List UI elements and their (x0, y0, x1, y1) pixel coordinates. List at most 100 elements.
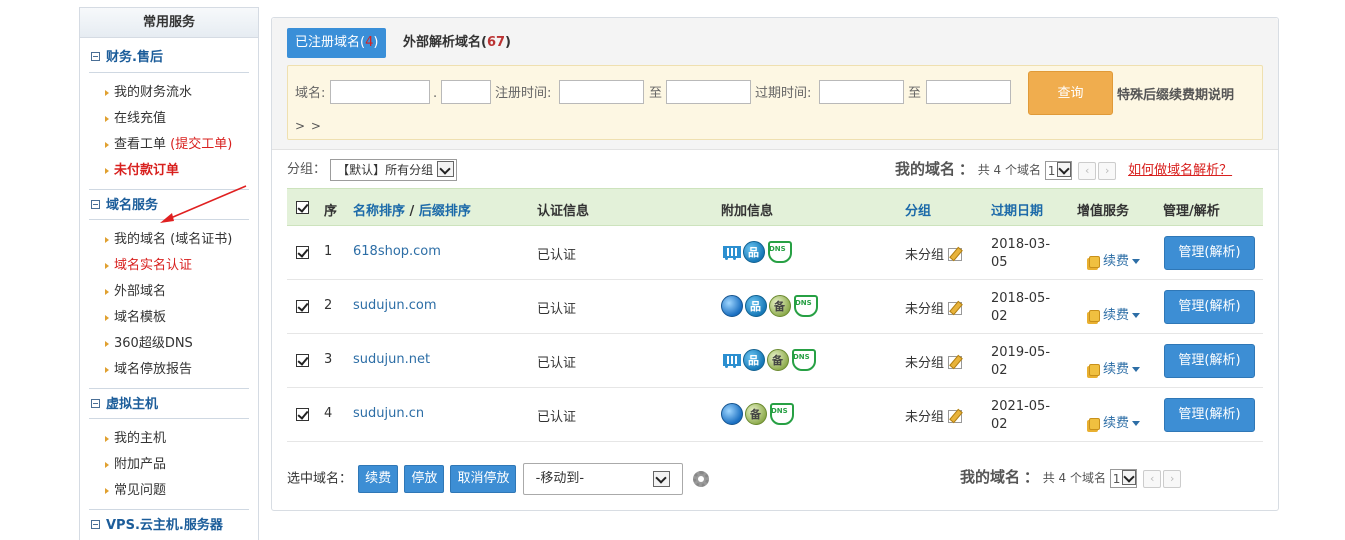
dns-icon[interactable] (769, 403, 794, 425)
collapse-icon[interactable] (91, 520, 100, 529)
name-sort-link[interactable]: 名称排序 (353, 204, 405, 219)
domain-summary-bottom: 我的域名 ： 共 4 个域名 1 ‹ › (960, 465, 1182, 489)
table-row: 1 618shop.com 已认证 未分组 2018-03-05 续费 管理(解… (287, 226, 1263, 280)
row-checkbox[interactable] (296, 246, 309, 259)
renew-dropdown[interactable]: 续费 (1087, 304, 1141, 323)
extra-info-icons (721, 403, 794, 425)
cart-icon[interactable] (721, 241, 741, 263)
expiry-date: 2021-05- 02 (991, 399, 1051, 432)
beian-icon[interactable] (767, 349, 789, 371)
next-page-button[interactable]: › (1163, 469, 1182, 488)
manage-resolve-button[interactable]: 管理(解析) (1164, 344, 1255, 378)
exp-time-end-input[interactable] (926, 80, 1011, 104)
edit-group-icon[interactable] (948, 356, 963, 369)
submit-ticket-link[interactable]: (提交工单) (170, 137, 232, 152)
network-icon[interactable] (743, 241, 765, 263)
edit-group-icon[interactable] (948, 302, 963, 315)
extra-info-icons (721, 349, 816, 371)
sidebar-item-my-hosts[interactable]: 我的主机 (89, 426, 249, 452)
sidebar-item-my-domains[interactable]: 我的域名 (域名证书) (89, 227, 249, 253)
how-to-resolve-link[interactable]: 如何做域名解析？ (1128, 163, 1232, 178)
tab-external-domains[interactable]: 外部解析域名(67) (403, 28, 511, 58)
sidebar-item-external-domains[interactable]: 外部域名 (89, 279, 249, 305)
prev-page-button[interactable]: ‹ (1078, 161, 1097, 180)
coin-icon (1087, 308, 1101, 322)
col-seq: 序 (324, 204, 338, 219)
reg-time-start-input[interactable] (559, 80, 644, 104)
beian-icon[interactable] (745, 403, 767, 425)
sidebar-item-parking-report[interactable]: 域名停放报告 (89, 357, 249, 383)
select-all-checkbox[interactable] (296, 201, 309, 214)
dns-icon[interactable] (793, 295, 818, 317)
sidebar-item-addons[interactable]: 附加产品 (89, 452, 249, 478)
sidebar-group-title[interactable]: 财务.售后 (89, 42, 249, 73)
query-button[interactable]: 查询 (1028, 71, 1113, 115)
suffix-sort-link[interactable]: 后缀排序 (419, 204, 471, 219)
tab-registered-domains[interactable]: 已注册域名(4) (287, 28, 387, 58)
row-checkbox[interactable] (296, 408, 309, 421)
row-checkbox[interactable] (296, 300, 309, 313)
dns-icon[interactable] (767, 241, 792, 263)
group-select[interactable]: 【默认】所有分组 (330, 158, 458, 181)
bulk-unpark-button[interactable]: 取消停放 (450, 465, 517, 493)
domain-link[interactable]: 618shop.com (353, 244, 441, 259)
exp-time-label: 过期时间: (755, 86, 812, 101)
cart-icon[interactable] (721, 349, 741, 371)
search-form: 域名: . 注册时间: 至 过期时间: 至 查询 特殊后缀续费期说明 > > (287, 65, 1263, 140)
expiry-date: 2018-03- 05 (991, 237, 1051, 270)
domain-link[interactable]: sudujun.net (353, 352, 430, 367)
bulk-renew-button[interactable]: 续费 (358, 465, 399, 493)
next-page-button[interactable]: › (1098, 161, 1117, 180)
more-options-toggle[interactable]: > > (295, 119, 322, 133)
network-icon[interactable] (743, 349, 765, 371)
page-select[interactable]: 1 (1109, 469, 1138, 488)
gear-icon[interactable] (692, 471, 709, 487)
network-icon[interactable] (745, 295, 767, 317)
collapse-icon[interactable] (91, 399, 100, 408)
coin-icon (1087, 254, 1101, 268)
row-checkbox[interactable] (296, 354, 309, 367)
edit-group-icon[interactable] (948, 248, 963, 261)
beian-icon[interactable] (769, 295, 791, 317)
domain-link[interactable]: sudujun.cn (353, 406, 424, 421)
dns-icon[interactable] (791, 349, 816, 371)
sidebar-item-realname-auth[interactable]: 域名实名认证 (89, 253, 249, 279)
bulk-park-button[interactable]: 停放 (404, 465, 445, 493)
expiry-date: 2019-05- 02 (991, 345, 1051, 378)
group-cell: 未分组 (905, 352, 963, 371)
auth-status: 已认证 (537, 410, 577, 425)
collapse-icon[interactable] (91, 52, 100, 61)
domain-suffix-input[interactable] (441, 80, 491, 104)
group-cell: 未分组 (905, 406, 963, 425)
sidebar-group-title[interactable]: 虚拟主机 (89, 388, 249, 419)
reg-time-end-input[interactable] (666, 80, 751, 104)
col-expiry-sort[interactable]: 过期日期 (991, 200, 1043, 219)
domain-name-input[interactable] (330, 80, 430, 104)
summary-title: 我的域名 (895, 160, 956, 178)
collapse-icon[interactable] (91, 200, 100, 209)
move-to-select[interactable]: -移动到- (522, 463, 683, 495)
sidebar-item-unpaid-orders[interactable]: 未付款订单 (89, 158, 249, 184)
col-group-sort[interactable]: 分组 (905, 200, 931, 219)
sidebar-item-tickets[interactable]: 查看工单 (提交工单) (89, 132, 249, 158)
sidebar-item-360-dns[interactable]: 360超级DNS (89, 331, 249, 357)
exp-time-start-input[interactable] (819, 80, 904, 104)
globe-icon[interactable] (721, 403, 743, 425)
renew-dropdown[interactable]: 续费 (1087, 412, 1141, 431)
special-suffix-link[interactable]: 特殊后缀续费期说明 (1117, 84, 1234, 103)
sidebar-item-domain-templates[interactable]: 域名模板 (89, 305, 249, 331)
sidebar-item-finance-flow[interactable]: 我的财务流水 (89, 80, 249, 106)
manage-resolve-button[interactable]: 管理(解析) (1164, 398, 1255, 432)
renew-dropdown[interactable]: 续费 (1087, 250, 1141, 269)
page-select[interactable]: 1 (1044, 161, 1073, 180)
globe-icon[interactable] (721, 295, 743, 317)
domain-link[interactable]: sudujun.com (353, 298, 437, 313)
sidebar-item-recharge[interactable]: 在线充值 (89, 106, 249, 132)
renew-dropdown[interactable]: 续费 (1087, 358, 1141, 377)
manage-resolve-button[interactable]: 管理(解析) (1164, 236, 1255, 270)
prev-page-button[interactable]: ‹ (1143, 469, 1162, 488)
edit-group-icon[interactable] (948, 410, 963, 423)
sidebar-item-faq[interactable]: 常见问题 (89, 478, 249, 504)
sidebar-group-title[interactable]: VPS.云主机.服务器 (89, 509, 249, 540)
manage-resolve-button[interactable]: 管理(解析) (1164, 290, 1255, 324)
